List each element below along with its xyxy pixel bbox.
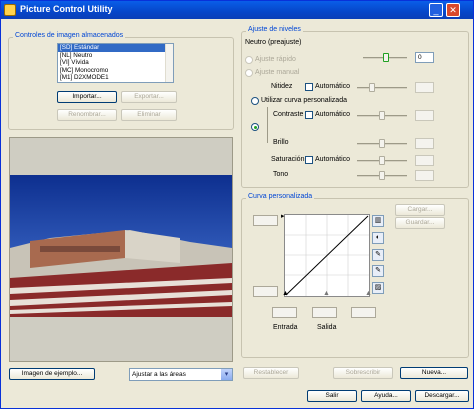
gray-eyedropper-icon[interactable]: ✎ [372,265,384,277]
load-curve-button[interactable]: Cargar... [395,204,445,216]
quick-adjust-label: Ajuste rápido [255,56,296,63]
new-button[interactable]: Nueva... [400,367,468,379]
black-eyedropper-icon[interactable]: ✎ [372,249,384,261]
help-button[interactable]: Ayuda... [361,390,411,402]
levels-title: Ajuste de niveles [246,26,303,33]
gamma-value-box[interactable] [312,307,337,318]
title-bar: Picture Control Utility _ ✕ [1,1,473,19]
import-button[interactable]: Importar... [57,91,117,103]
rename-button[interactable]: Renombrar... [57,109,117,121]
preset-slider-thumb[interactable] [383,53,389,62]
sample-photo [10,175,232,317]
preview-area [9,137,233,362]
saturation-auto-label: Automático [315,156,351,163]
hue-label: Tono [273,171,289,178]
sharpening-label: Nitidez [271,83,293,90]
app-icon [4,4,16,16]
download-button[interactable]: Descargar... [415,390,469,402]
sharpening-auto-label: Automático [315,83,351,90]
sharpening-field[interactable] [415,82,434,93]
minimize-button[interactable]: _ [429,3,443,17]
saturation-thumb[interactable] [379,156,385,165]
sharpening-thumb[interactable] [369,83,375,92]
white-point-marker[interactable]: ▸ [281,212,285,220]
picture-control-list[interactable]: [SD] Estándar [NL] Neutro [VI] Vívida [M… [57,43,174,83]
list-item[interactable]: [VI] Vívida [58,59,173,67]
input-value-box[interactable] [272,307,297,318]
contrast-label: Contraste [273,111,304,118]
manual-adjust-label: Ajuste manual [255,69,300,76]
exit-button[interactable]: Salir [307,390,357,402]
hue-thumb[interactable] [379,171,385,180]
list-item[interactable]: [M1] D2XMODE1 [58,74,173,82]
manual-adjust-radio[interactable] [245,69,253,77]
white-eyedropper-icon[interactable]: ▨ [372,282,384,294]
preset-value-field[interactable]: 0 [415,52,434,63]
black-point-marker[interactable]: ▲ [282,290,289,297]
bracket-line [267,107,268,143]
custom-curve-radio[interactable] [251,97,259,105]
curve-editor[interactable] [284,214,370,297]
preset-name: Neutro (preajuste) [245,39,302,46]
app-window: Picture Control Utility _ ✕ Controles de… [0,0,474,409]
custom-curve-label: Utilizar curva personalizada [261,97,347,104]
quick-adjust-radio[interactable] [245,56,253,64]
saturation-field[interactable] [415,155,434,166]
selected-dot [254,126,257,129]
sample-image-button[interactable]: Imagen de ejemplo... [9,368,95,380]
close-button[interactable]: ✕ [446,3,460,17]
reset-curve-icon[interactable]: ◐ [372,232,384,244]
gamma-marker[interactable]: ▲ [323,290,330,297]
brightness-label: Brillo [273,139,289,146]
list-item[interactable]: [NL] Neutro [58,52,173,60]
input-label: Entrada [273,324,298,331]
levels-group [241,31,469,188]
save-curve-button[interactable]: Guardar... [395,217,445,229]
histogram-icon[interactable]: ▥ [372,215,384,227]
sharpening-slider[interactable] [357,87,407,89]
restore-button[interactable]: Restablecer [243,367,299,379]
list-item[interactable]: [SD] Estándar [58,44,173,52]
list-item[interactable]: [MC] Monocromo [58,67,173,75]
brightness-field[interactable] [415,138,434,149]
curve-title: Curva personalizada [246,193,315,200]
hue-field[interactable] [415,170,434,181]
curve-top-left-box [253,215,278,226]
output-value-box[interactable] [351,307,376,318]
window-title: Picture Control Utility [20,4,113,14]
contrast-field[interactable] [415,110,434,121]
saturation-auto-checkbox[interactable] [305,156,313,164]
fit-dropdown-value: Ajustar a las áreas [132,371,186,378]
delete-button[interactable]: Eliminar [121,109,177,121]
export-button[interactable]: Exportar... [121,91,177,103]
curve-bottom-left-box [253,286,278,297]
brightness-thumb[interactable] [379,139,385,148]
saturation-label: Saturación [271,156,305,163]
stored-controls-title: Controles de imagen almacenados [13,32,126,39]
settings-radio[interactable] [251,123,259,131]
white-input-marker[interactable]: ▲ [365,290,372,297]
list-scrollbar[interactable] [165,44,173,82]
contrast-thumb[interactable] [379,111,385,120]
overwrite-button[interactable]: Sobrescribir [333,367,393,379]
chevron-down-icon[interactable]: ▾ [221,369,232,380]
output-label: Salida [317,324,337,331]
fit-dropdown[interactable]: Ajustar a las áreas ▾ [129,368,233,381]
contrast-auto-label: Automático [315,111,351,118]
sharpening-auto-checkbox[interactable] [305,83,313,91]
contrast-auto-checkbox[interactable] [305,111,313,119]
curve-grid [285,215,369,296]
